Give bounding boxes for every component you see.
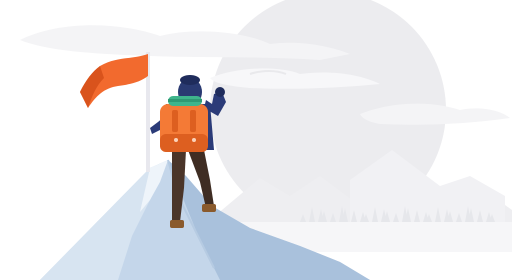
flag-icon xyxy=(80,52,150,172)
bedroll-stripe xyxy=(168,99,202,102)
backpack-strap xyxy=(190,110,196,132)
summit-illustration xyxy=(0,0,512,280)
hiker-fist xyxy=(215,87,225,97)
hiker-left-boot xyxy=(170,220,184,228)
backpack-buckle xyxy=(192,138,196,142)
backpack-buckle xyxy=(174,138,178,142)
illustration-canvas xyxy=(20,0,512,280)
hiker-right-boot xyxy=(202,204,216,212)
backpack-pocket xyxy=(160,134,208,152)
hiker-hat-top xyxy=(180,75,200,85)
backpack-strap xyxy=(172,110,178,132)
